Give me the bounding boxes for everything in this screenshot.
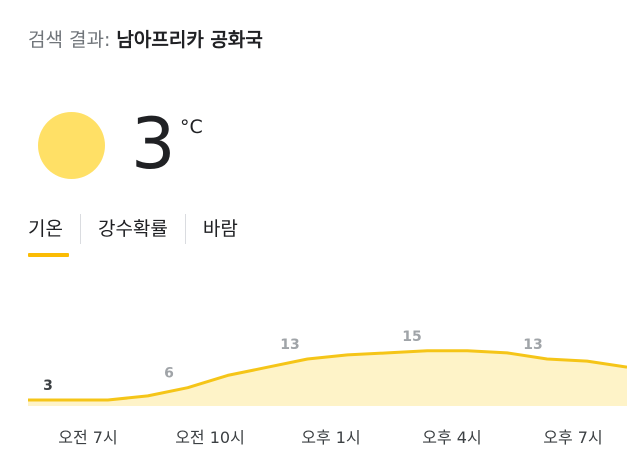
search-query-location[interactable]: 남아프리카 공화국 — [116, 29, 262, 51]
temperature-chart: 3 6 13 15 13 — [28, 329, 627, 406]
search-result-header: 검색 결과: 남아프리카 공화국 — [28, 26, 263, 54]
chart-x-tick-label: 오후 4시 — [422, 428, 482, 447]
tab-precipitation-label: 강수확률 — [97, 218, 168, 240]
temperature-unit-celsius[interactable]: °C — [180, 115, 203, 139]
tab-wind-label: 바람 — [202, 218, 238, 240]
chart-x-tick-label: 오전 7시 — [58, 428, 118, 447]
tab-precipitation[interactable]: 강수확률 — [79, 214, 185, 244]
tab-selected-indicator — [28, 253, 69, 257]
chart-value-label: 13 — [280, 337, 299, 353]
chart-x-axis: 오전 7시 오전 10시 오후 1시 오후 4시 오후 7시 — [0, 420, 627, 450]
search-result-prefix: 검색 결과: — [28, 29, 117, 51]
current-temperature: 3 — [131, 103, 176, 185]
chart-value-label: 3 — [43, 378, 53, 394]
sun-icon — [38, 112, 105, 179]
chart-value-label: 6 — [164, 366, 174, 382]
tab-temperature[interactable]: 기온 — [28, 214, 80, 257]
weather-tabs: 기온 강수확률 바람 — [28, 214, 238, 258]
chart-x-tick-label: 오후 1시 — [301, 428, 361, 447]
chart-value-label: 13 — [523, 337, 542, 353]
tab-temperature-label: 기온 — [28, 218, 63, 240]
tab-wind[interactable]: 바람 — [184, 214, 238, 244]
chart-x-tick-label: 오후 7시 — [543, 428, 603, 447]
chart-value-label: 15 — [402, 329, 421, 345]
chart-x-tick-label: 오전 10시 — [175, 428, 245, 447]
